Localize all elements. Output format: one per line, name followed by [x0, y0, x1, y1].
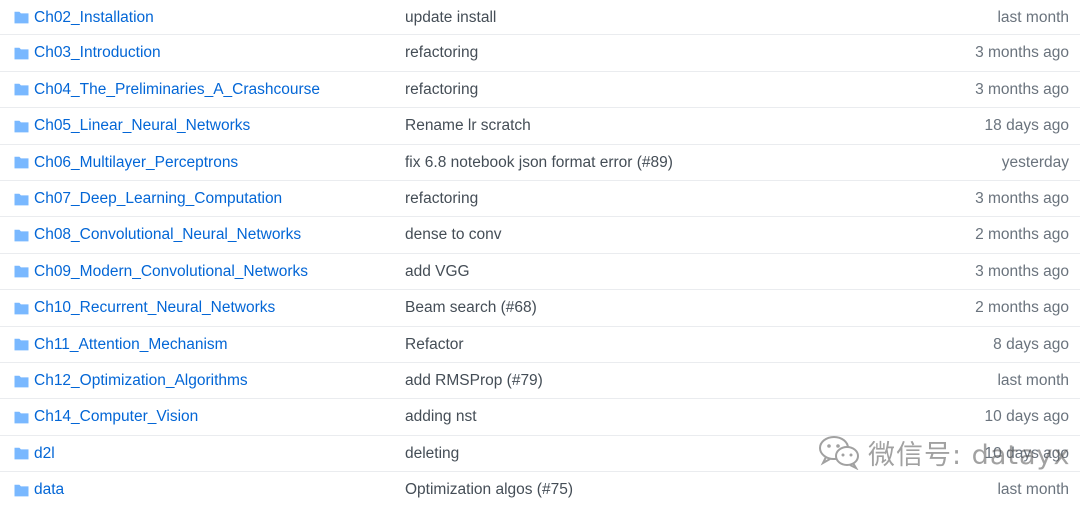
- table-row: Ch04_The_Preliminaries_A_Crashcourse ref…: [0, 71, 1080, 109]
- commit-message[interactable]: refactoring: [405, 35, 478, 71]
- table-row: data Optimization algos (#75) last month: [0, 472, 1080, 508]
- commit-message[interactable]: adding nst: [405, 399, 477, 435]
- commit-message[interactable]: update install: [405, 0, 496, 36]
- folder-icon: [14, 375, 29, 388]
- commit-message[interactable]: Optimization algos (#75): [405, 472, 573, 508]
- commit-age: 3 months ago: [975, 80, 1069, 98]
- commit-message[interactable]: refactoring: [405, 72, 478, 108]
- folder-icon: [14, 266, 29, 278]
- folder-link[interactable]: Ch14_Computer_Vision: [34, 399, 198, 435]
- table-row: Ch06_Multilayer_Perceptrons fix 6.8 note…: [0, 144, 1080, 181]
- folder-link[interactable]: Ch07_Deep_Learning_Computation: [34, 181, 282, 217]
- folder-link[interactable]: Ch10_Recurrent_Neural_Networks: [34, 290, 275, 326]
- folder-icon: [14, 302, 29, 315]
- table-row: Ch07_Deep_Learning_Computation refactori…: [0, 180, 1080, 218]
- folder-icon: [14, 411, 29, 424]
- folder-link[interactable]: d2l: [34, 436, 55, 472]
- commit-age: 2 months ago: [975, 226, 1069, 244]
- commit-age: 3 months ago: [975, 44, 1069, 62]
- table-row: Ch08_Convolutional_Neural_Networks dense…: [0, 217, 1080, 254]
- table-row: Ch09_Modern_Convolutional_Networks add V…: [0, 253, 1080, 291]
- table-row: d2l deleting 10 days ago: [0, 435, 1080, 473]
- commit-age: 18 days ago: [984, 117, 1069, 135]
- commit-age: 3 months ago: [975, 189, 1069, 207]
- folder-link[interactable]: Ch05_Linear_Neural_Networks: [34, 108, 250, 144]
- folder-link[interactable]: Ch02_Installation: [34, 0, 154, 36]
- folder-icon: [14, 338, 29, 351]
- folder-icon: [14, 11, 29, 24]
- table-row: Ch11_Attention_Mechanism Refactor 8 days…: [0, 326, 1080, 363]
- table-row: Ch02_Installation update install last mo…: [0, 0, 1080, 36]
- table-row: Ch05_Linear_Neural_Networks Rename lr sc…: [0, 108, 1080, 145]
- folder-link[interactable]: Ch11_Attention_Mechanism: [34, 327, 228, 363]
- commit-message[interactable]: fix 6.8 notebook json format error (#89): [405, 145, 673, 181]
- table-row: Ch10_Recurrent_Neural_Networks Beam sear…: [0, 290, 1080, 327]
- commit-age: 2 months ago: [975, 299, 1069, 317]
- file-list: Ch02_Installation update install last mo…: [0, 0, 1080, 508]
- commit-age: 3 months ago: [975, 262, 1069, 280]
- folder-link[interactable]: data: [34, 472, 64, 508]
- commit-message[interactable]: Refactor: [405, 327, 464, 363]
- folder-link[interactable]: Ch12_Optimization_Algorithms: [34, 363, 248, 399]
- commit-age: last month: [997, 481, 1069, 499]
- folder-link[interactable]: Ch06_Multilayer_Perceptrons: [34, 145, 238, 181]
- folder-icon: [14, 229, 29, 242]
- table-row: Ch14_Computer_Vision adding nst 10 days …: [0, 399, 1080, 436]
- commit-age: 10 days ago: [984, 408, 1069, 426]
- folder-link[interactable]: Ch08_Convolutional_Neural_Networks: [34, 217, 301, 253]
- folder-icon: [14, 193, 29, 206]
- commit-message[interactable]: refactoring: [405, 181, 478, 217]
- commit-message[interactable]: Rename lr scratch: [405, 108, 531, 144]
- folder-icon: [14, 84, 29, 96]
- commit-age: 10 days ago: [984, 444, 1069, 462]
- commit-age: yesterday: [1001, 153, 1069, 171]
- commit-age: last month: [997, 371, 1069, 389]
- commit-message[interactable]: Beam search (#68): [405, 290, 537, 326]
- folder-icon: [14, 448, 29, 460]
- table-row: Ch03_Introduction refactoring 3 months a…: [0, 35, 1080, 72]
- commit-age: 8 days ago: [993, 335, 1069, 353]
- folder-link[interactable]: Ch04_The_Preliminaries_A_Crashcourse: [34, 72, 320, 108]
- folder-icon: [14, 47, 29, 60]
- folder-icon: [14, 120, 29, 133]
- commit-message[interactable]: add VGG: [405, 254, 470, 290]
- commit-message[interactable]: dense to conv: [405, 217, 502, 253]
- table-row: Ch12_Optimization_Algorithms add RMSProp…: [0, 362, 1080, 400]
- commit-message[interactable]: add RMSProp (#79): [405, 363, 543, 399]
- commit-message[interactable]: deleting: [405, 436, 459, 472]
- folder-icon: [14, 157, 29, 169]
- folder-icon: [14, 485, 29, 497]
- folder-link[interactable]: Ch09_Modern_Convolutional_Networks: [34, 254, 308, 290]
- folder-link[interactable]: Ch03_Introduction: [34, 35, 161, 71]
- commit-age: last month: [997, 9, 1069, 26]
